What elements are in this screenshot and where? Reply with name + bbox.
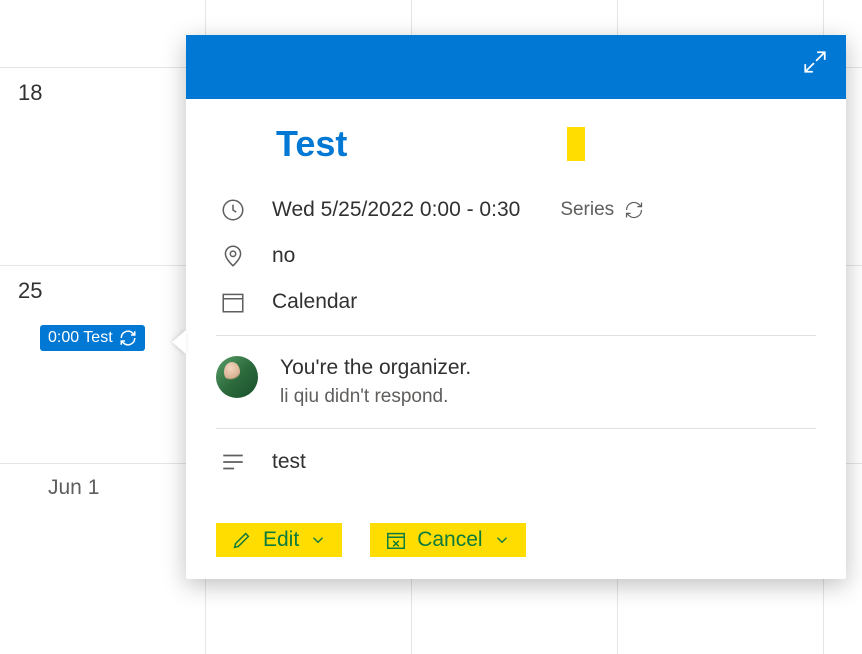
card-header [186, 35, 846, 99]
card-footer: Edit Cancel [186, 505, 846, 579]
description-icon [220, 449, 246, 475]
popup-pointer [172, 330, 186, 354]
event-chip-text: 0:00 Test [48, 329, 113, 347]
edit-button[interactable]: Edit [216, 523, 342, 557]
series-link[interactable]: Series [560, 199, 644, 221]
divider [216, 335, 816, 336]
chevron-down-icon [493, 531, 511, 549]
clock-icon [220, 197, 246, 223]
location-row: no [216, 243, 816, 269]
series-label: Series [560, 199, 614, 221]
avatar[interactable] [216, 356, 258, 398]
datetime-row: Wed 5/25/2022 0:00 - 0:30 Series [216, 197, 816, 223]
calendar-event-chip[interactable]: 0:00 Test [40, 325, 145, 351]
day-number-18[interactable]: 18 [18, 80, 42, 106]
location-icon [220, 243, 246, 269]
day-number-25[interactable]: 25 [18, 278, 42, 304]
calendar-row: Calendar [216, 289, 816, 315]
event-datetime: Wed 5/25/2022 0:00 - 0:30 [272, 198, 520, 222]
event-note: test [272, 450, 306, 474]
day-number-jun1[interactable]: Jun 1 [48, 476, 99, 500]
edit-label: Edit [263, 528, 299, 552]
organizer-text: You're the organizer. [280, 356, 471, 380]
calendar-cancel-icon [385, 529, 407, 551]
calendar-icon [220, 289, 246, 315]
expand-icon[interactable] [802, 49, 828, 80]
cancel-button[interactable]: Cancel [370, 523, 525, 557]
event-title[interactable]: Test [276, 123, 347, 165]
recurrence-icon [119, 329, 137, 347]
title-row: Test [216, 123, 816, 165]
text-caret [567, 127, 585, 161]
recurrence-icon [624, 200, 644, 220]
event-location: no [272, 244, 295, 268]
chevron-down-icon [309, 531, 327, 549]
cancel-label: Cancel [417, 528, 482, 552]
divider [216, 428, 816, 429]
organizer-row: You're the organizer. li qiu didn't resp… [216, 356, 816, 408]
event-calendar: Calendar [272, 290, 357, 314]
note-row: test [216, 449, 816, 475]
event-details-card: Test Wed 5/25/2022 0:00 - 0:30 Series [186, 35, 846, 579]
response-text: li qiu didn't respond. [280, 386, 471, 408]
pencil-icon [231, 529, 253, 551]
